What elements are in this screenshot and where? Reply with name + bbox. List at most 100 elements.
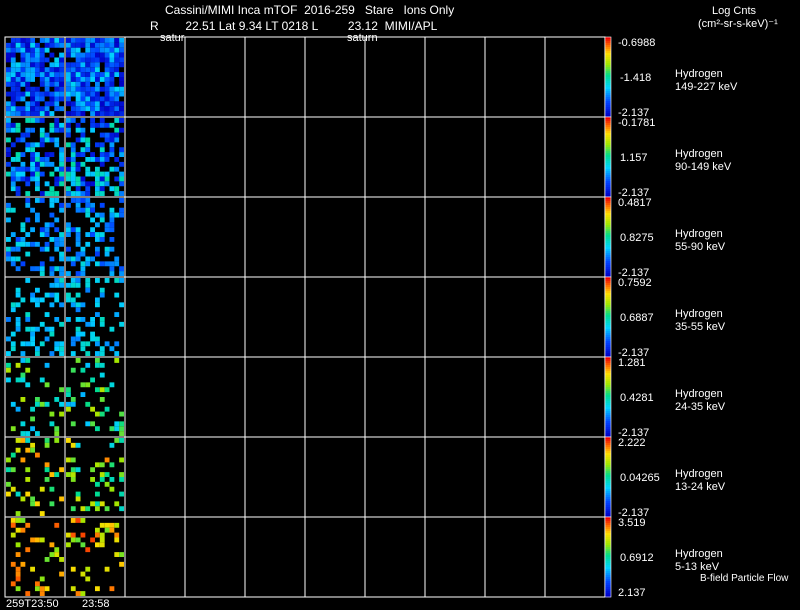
- heatmap-cell: [70, 341, 76, 347]
- heatmap-cell: [70, 171, 76, 177]
- heatmap-cell: [6, 336, 11, 342]
- heatmap-cell: [75, 442, 81, 448]
- heatmap-cell: [66, 47, 71, 53]
- heatmap-cell: [119, 472, 124, 477]
- heatmap-cell: [104, 38, 110, 43]
- heatmap-cell: [90, 421, 95, 427]
- heatmap-cell: [95, 191, 100, 196]
- heatmap-cell: [35, 186, 40, 192]
- heatmap-cell: [44, 111, 50, 116]
- heatmap-cell: [6, 367, 11, 373]
- heatmap-cell: [119, 212, 124, 218]
- heatmap-cell: [99, 86, 105, 92]
- heatmap-cell: [35, 91, 40, 97]
- heatmap-cell: [104, 62, 110, 68]
- heatmap-cell: [39, 271, 45, 276]
- heatmap-cell: [80, 42, 86, 48]
- heatmap-cell: [10, 522, 16, 528]
- heatmap-cell: [75, 591, 81, 596]
- heatmap-cell: [15, 527, 21, 533]
- heatmap-cell: [25, 67, 31, 73]
- heatmap-cell: [15, 47, 21, 53]
- heatmap-cell: [66, 191, 71, 196]
- heatmap-cell: [15, 127, 21, 133]
- heatmap-cell: [109, 261, 115, 267]
- heatmap-cell: [119, 506, 124, 512]
- heatmap-cell: [75, 227, 81, 233]
- heatmap-cell: [95, 261, 100, 267]
- heatmap-cell: [10, 181, 16, 187]
- heatmap-cell: [49, 212, 55, 218]
- heatmap-cell: [6, 122, 11, 128]
- heatmap-cell: [10, 91, 16, 97]
- heatmap-cell: [85, 198, 91, 203]
- heatmap-cell: [10, 127, 16, 133]
- heatmap-cell: [35, 326, 40, 332]
- heatmap-cell: [119, 111, 124, 116]
- heatmap-cell: [75, 57, 81, 63]
- heatmap-cell: [25, 317, 31, 322]
- heatmap-cell: [54, 246, 60, 252]
- heatmap-cell: [70, 261, 76, 267]
- heatmap-cell: [54, 522, 60, 528]
- heatmap-cell: [30, 157, 35, 162]
- heatmap-cell: [49, 67, 55, 73]
- heatmap-cell: [20, 171, 26, 177]
- colorbar-max-label: 1.281: [618, 357, 646, 369]
- heatmap-cell: [30, 86, 35, 92]
- heatmap-cell: [70, 181, 76, 187]
- heatmap-cell: [70, 42, 76, 48]
- heatmap-cell: [95, 501, 100, 507]
- heatmap-cell: [99, 351, 105, 356]
- heatmap-cell: [95, 181, 100, 187]
- heatmap-cell: [99, 118, 105, 123]
- heatmap-cell: [44, 101, 50, 107]
- heatmap-cell: [80, 72, 86, 77]
- heatmap-cell: [80, 81, 86, 87]
- heatmap-cell: [59, 207, 64, 213]
- heatmap-cell: [30, 96, 35, 102]
- heatmap-cell: [44, 326, 50, 332]
- heatmap-cell: [104, 406, 110, 412]
- heatmap-cell: [59, 86, 64, 92]
- heatmap-cell: [95, 246, 100, 252]
- heatmap-cell: [20, 67, 26, 73]
- heatmap-cell: [70, 278, 76, 283]
- heatmap-cell: [25, 217, 31, 223]
- heatmap-cell: [75, 86, 81, 92]
- heatmap-cell: [44, 81, 50, 87]
- heatmap-cell: [20, 52, 26, 58]
- heatmap-cell: [109, 207, 115, 213]
- heatmap-cell: [6, 152, 11, 157]
- heatmap-cell: [30, 77, 35, 82]
- heatmap-cell: [35, 452, 40, 458]
- colorbar-max-label: 0.7592: [618, 277, 652, 289]
- heatmap-cell: [119, 77, 124, 82]
- heatmap-cell: [35, 346, 40, 352]
- heatmap-cell: [85, 106, 91, 112]
- heatmap-cell: [119, 86, 124, 92]
- heatmap-cell: [10, 166, 16, 172]
- heatmap-cell: [104, 91, 110, 97]
- heatmap-cell: [75, 101, 81, 107]
- heatmap-cell: [35, 152, 40, 157]
- heatmap-cell: [109, 217, 115, 223]
- heatmap-cell: [104, 457, 110, 463]
- heatmap-cell: [119, 106, 124, 112]
- colorbar-max-label: 3.519: [618, 517, 646, 529]
- heatmap-cell: [59, 62, 64, 68]
- heatmap-cell: [20, 372, 26, 378]
- heatmap-cell: [99, 152, 105, 157]
- heatmap-cell: [95, 222, 100, 228]
- heatmap-cell: [70, 457, 76, 463]
- heatmap-cell: [119, 438, 124, 443]
- heatmap-cell: [59, 346, 64, 352]
- heatmap-cell: [85, 341, 91, 347]
- heatmap-cell: [54, 72, 60, 77]
- heatmap-cell: [109, 101, 115, 107]
- heatmap-cell: [114, 132, 120, 138]
- heatmap-cell: [80, 191, 86, 196]
- heatmap-cell: [109, 527, 115, 533]
- heatmap-cell: [10, 581, 16, 587]
- heatmap-cell: [66, 72, 71, 77]
